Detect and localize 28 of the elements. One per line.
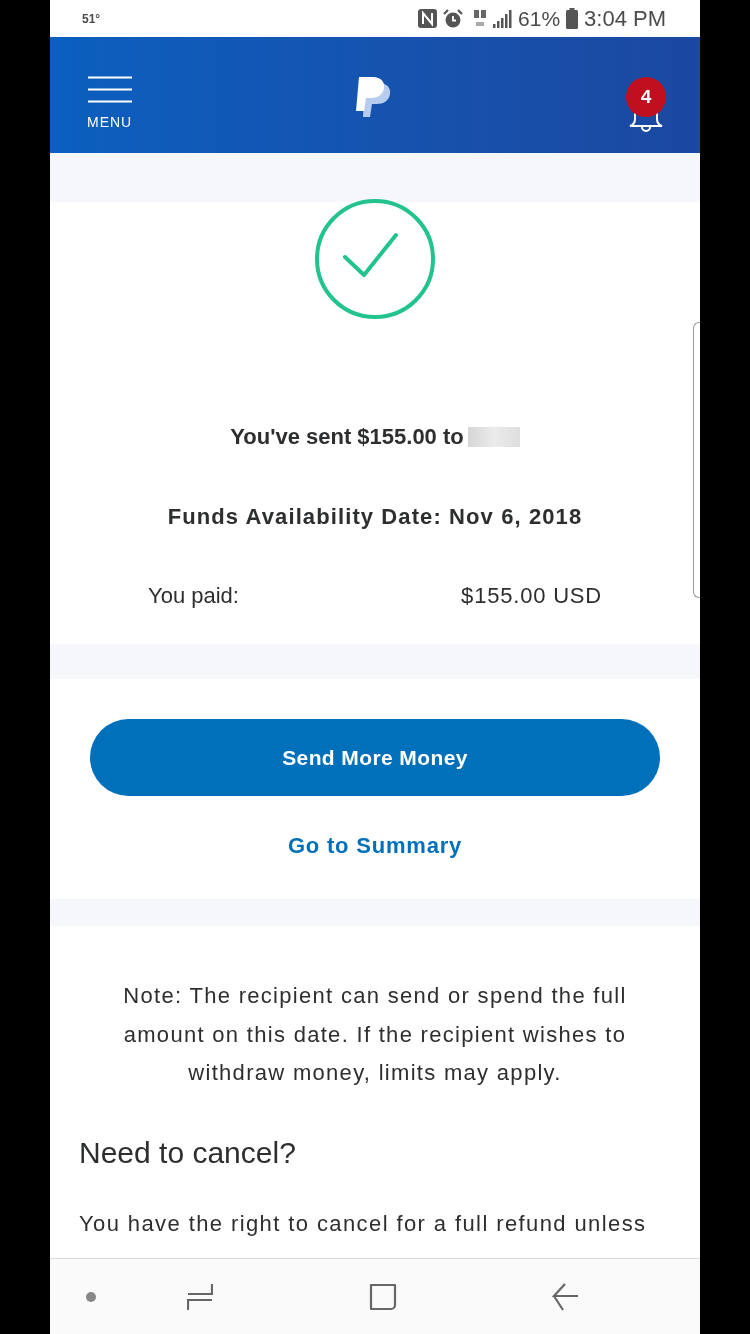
payment-label: You paid: bbox=[148, 582, 239, 610]
battery-percentage: 61% bbox=[518, 8, 561, 29]
menu-button[interactable]: MENU bbox=[87, 61, 133, 129]
nfc-icon bbox=[418, 9, 438, 28]
network-status-icon bbox=[473, 8, 488, 29]
edge-panel-handle[interactable] bbox=[693, 322, 700, 598]
check-circle-icon bbox=[314, 198, 436, 320]
temperature: 51° bbox=[82, 10, 101, 28]
battery-icon bbox=[566, 8, 579, 29]
notification-badge: 4 bbox=[626, 77, 666, 117]
notifications-button[interactable]: 4 bbox=[622, 59, 670, 131]
note-text: Note: The recipient can send or spend the full amount on this date. If the recipient wishes to withdraw money, limits may apply. bbox=[122, 982, 628, 1087]
send-more-money-button[interactable]: Send More Money bbox=[90, 719, 660, 796]
cancel-text: You have the right to cancel for a full refund unless bbox=[78, 1209, 647, 1238]
clock-time: 3:04 PM bbox=[584, 7, 666, 30]
dot-icon bbox=[86, 1291, 96, 1302]
p-logo bbox=[355, 75, 393, 119]
sent-amount-text: You've sent $155.00 to bbox=[230, 423, 464, 451]
recent-apps-icon[interactable] bbox=[187, 1282, 213, 1311]
cancel-heading: Need to cancel? bbox=[78, 1134, 296, 1171]
signal-icon bbox=[493, 9, 513, 28]
menu-icon bbox=[87, 75, 132, 103]
alarm-clock-icon bbox=[443, 8, 464, 29]
funds-availability-date: Funds Availability Date: Nov 6, 2018 bbox=[167, 503, 583, 531]
home-icon[interactable] bbox=[369, 1282, 397, 1311]
payment-value: $155.00 USD bbox=[461, 582, 602, 610]
go-to-summary-link[interactable]: Go to Summary bbox=[287, 831, 463, 861]
back-icon[interactable] bbox=[552, 1282, 578, 1311]
